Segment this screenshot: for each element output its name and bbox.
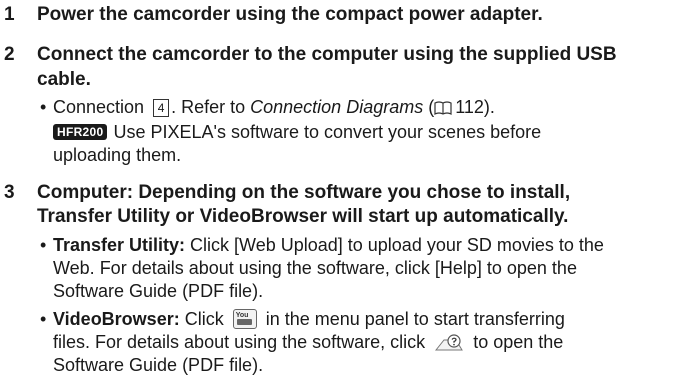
bullet-dot: • [40, 309, 47, 329]
step-number: 3 [4, 182, 15, 203]
bullet-text: HFR200 Use PIXELA's software to convert y… [53, 121, 665, 144]
book-icon [434, 101, 452, 115]
hfr200-badge: HFR200 [53, 124, 108, 140]
connection-diagrams-link[interactable]: Connection Diagrams [250, 97, 423, 117]
step-text-line-1: Connect the camcorder to the computer us… [37, 44, 617, 65]
bullet-text: VideoBrowser: Click You in the menu pane… [53, 309, 565, 329]
bullet-text-line-3: Software Guide (PDF file). [53, 355, 264, 375]
step-text: Power the camcorder using the compact po… [37, 4, 543, 25]
help-icon[interactable] [434, 334, 464, 352]
bullet-text-line-3: Software Guide (PDF file). [53, 281, 264, 301]
page-reference[interactable]: 112 [455, 97, 484, 117]
bullet-dot: • [40, 97, 47, 117]
bullet-text: Connection 4. Refer to Connection Diagra… [53, 97, 495, 117]
step-number: 2 [4, 44, 15, 65]
connection-number-box: 4 [153, 99, 170, 117]
step-number: 1 [4, 4, 15, 25]
videobrowser-label: VideoBrowser: [53, 309, 180, 329]
step-text-line-2: Transfer Utility or VideoBrowser will st… [37, 206, 569, 227]
bullet-dot: • [40, 235, 47, 255]
bullet-text-line-2: uploading them. [53, 145, 182, 165]
youtube-upload-icon[interactable]: You [232, 309, 257, 329]
transfer-utility-label: Transfer Utility: [53, 235, 186, 255]
manual-page: 1 Power the camcorder using the compact … [0, 0, 675, 381]
bullet-text: Transfer Utility: Click [Web Upload] to … [53, 235, 604, 255]
bullet-text-line-2: Web. For details about using the softwar… [53, 258, 577, 278]
step-text-line-2: cable. [37, 69, 91, 90]
step-text-line-1: Computer: Depending on the software you … [37, 182, 571, 203]
bullet-text-line-2: files. For details about using the softw… [53, 332, 564, 352]
